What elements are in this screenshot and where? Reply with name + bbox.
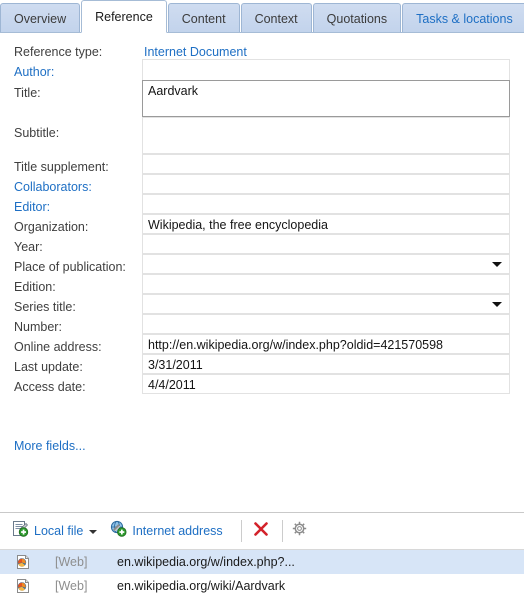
label-number: Number: — [14, 320, 62, 334]
tab-overview-label: Overview — [14, 11, 67, 26]
attachment-toolbar: Local file Internet address — [0, 513, 524, 549]
input-title-supplement[interactable] — [142, 154, 510, 174]
label-subtitle: Subtitle: — [14, 126, 60, 140]
table-row[interactable]: [Web] en.wikipedia.org/w/index.php?... — [0, 550, 524, 574]
label-edition: Edition: — [14, 280, 56, 294]
attachment-type: [Web] — [55, 555, 88, 569]
tab-overview[interactable]: Overview — [0, 3, 81, 33]
input-edition[interactable] — [142, 274, 510, 294]
local-file-button[interactable]: Local file — [12, 519, 98, 543]
tab-content-label: Content — [181, 11, 226, 26]
internet-address-label: Internet address — [132, 524, 223, 538]
value-reference-type[interactable]: Internet Document — [144, 45, 247, 59]
tab-context-label: Context — [254, 11, 298, 26]
label-online-address: Online address: — [14, 340, 102, 354]
input-series-title[interactable] — [142, 294, 510, 314]
input-organization[interactable]: Wikipedia, the free encyclopedia — [142, 214, 510, 234]
input-online-address[interactable]: http://en.wikipedia.org/w/index.php?oldi… — [142, 334, 510, 354]
label-organization: Organization: — [14, 220, 89, 234]
tab-content[interactable]: Content — [167, 3, 240, 33]
label-place-of-publication: Place of publication: — [14, 260, 126, 274]
input-subtitle[interactable] — [142, 117, 510, 154]
browser-document-icon — [15, 554, 31, 570]
settings-button[interactable] — [291, 519, 308, 543]
chevron-down-icon[interactable] — [492, 302, 502, 307]
toolbar-separator-2 — [281, 520, 283, 542]
label-author[interactable]: Author: — [14, 65, 54, 79]
tab-context[interactable]: Context — [240, 3, 312, 33]
reference-editor-panel: Overview Reference Content Context Quota… — [0, 0, 524, 614]
tab-quotations[interactable]: Quotations — [312, 3, 402, 33]
input-place-of-publication[interactable] — [142, 254, 510, 274]
tab-reference[interactable]: Reference — [81, 0, 167, 33]
internet-address-button[interactable]: Internet address — [110, 519, 223, 543]
red-x-delete-icon — [252, 520, 270, 543]
tab-bar: Overview Reference Content Context Quota… — [0, 0, 524, 33]
more-fields-link[interactable]: More fields... — [14, 439, 86, 453]
attachment-list: [Web] en.wikipedia.org/w/index.php?... [… — [0, 549, 524, 614]
input-author[interactable] — [142, 59, 510, 81]
attachment-url: en.wikipedia.org/wiki/Aardvark — [117, 579, 286, 593]
globe-link-add-icon — [110, 520, 127, 542]
document-add-icon — [12, 520, 29, 542]
input-title[interactable]: Aardvark — [142, 80, 510, 117]
delete-attachment-button[interactable] — [252, 519, 270, 543]
browser-document-icon — [15, 578, 31, 594]
label-collaborators[interactable]: Collaborators: — [14, 180, 92, 194]
local-file-label: Local file — [34, 524, 84, 538]
chevron-down-icon[interactable] — [492, 262, 502, 267]
label-year: Year: — [14, 240, 43, 254]
attachment-type: [Web] — [55, 579, 88, 593]
gear-settings-icon — [291, 520, 308, 542]
label-title: Title: — [14, 86, 41, 100]
tab-tasks-and-locations[interactable]: Tasks & locations — [402, 3, 524, 33]
label-access-date: Access date: — [14, 380, 86, 394]
tab-tasks-and-locations-label: Tasks & locations — [416, 11, 513, 26]
label-reference-type: Reference type: — [14, 45, 103, 59]
toolbar-separator-1 — [240, 520, 242, 542]
reference-form: Reference type: Internet Document Author… — [0, 33, 524, 511]
label-series-title: Series title: — [14, 300, 76, 314]
label-last-update: Last update: — [14, 360, 83, 374]
chevron-down-icon[interactable] — [89, 530, 98, 534]
label-editor[interactable]: Editor: — [14, 200, 50, 214]
input-number[interactable] — [142, 314, 510, 334]
label-title-supplement: Title supplement: — [14, 160, 109, 174]
input-collaborators[interactable] — [142, 174, 510, 194]
tab-quotations-label: Quotations — [326, 11, 388, 26]
table-row[interactable]: [Web] en.wikipedia.org/wiki/Aardvark — [0, 574, 524, 598]
input-editor[interactable] — [142, 194, 510, 214]
attachment-url: en.wikipedia.org/w/index.php?... — [117, 555, 295, 569]
input-last-update[interactable]: 3/31/2011 — [142, 354, 510, 374]
input-year[interactable] — [142, 234, 510, 254]
input-access-date[interactable]: 4/4/2011 — [142, 374, 510, 394]
tab-reference-label: Reference — [95, 9, 153, 24]
